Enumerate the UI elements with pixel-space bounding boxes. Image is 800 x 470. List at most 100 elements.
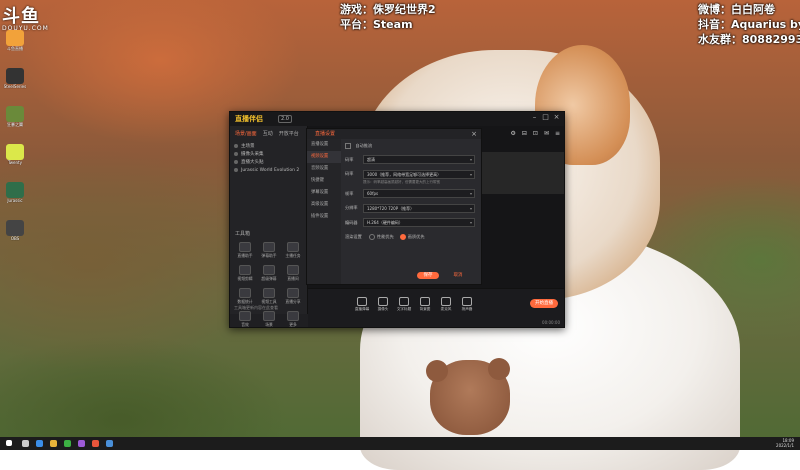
scene-visibility-icon[interactable]: [234, 167, 238, 172]
desktop-icon-label: 狂暴之翼: [7, 122, 23, 127]
settings-row-select[interactable]: 3000（推荐，网络带宽足够可选择更高）: [363, 169, 475, 179]
toolbox-item-label: 直播分享: [285, 299, 301, 304]
live-tool-label: 文字标题: [396, 307, 412, 311]
toolbox-item[interactable]: 直播分享: [281, 288, 305, 305]
radio-performance[interactable]: [369, 234, 375, 240]
scene-visibility-icon[interactable]: [234, 159, 238, 164]
settings-row: 码率 超清: [345, 155, 475, 164]
scene-list-item[interactable]: 主场景: [234, 143, 303, 151]
toolbox-item[interactable]: 视频工具: [257, 288, 281, 305]
settings-nav-item[interactable]: 快捷键: [307, 175, 341, 187]
app-icon[interactable]: [78, 440, 85, 447]
start-icon[interactable]: [6, 440, 12, 446]
desktop-icon-label: Twenty: [8, 160, 22, 165]
desktop-icon[interactable]: 斗鱼直播: [2, 30, 28, 58]
toolbox-item-label: 直播间: [287, 276, 299, 281]
scene-visibility-icon[interactable]: [234, 151, 238, 156]
streamer-contact-info: 微博：白白阿卷 抖音：Aquarius byd 水友群：808829936: [698, 2, 800, 47]
auto-push-checkbox[interactable]: [345, 143, 351, 149]
douyu-taskbar-icon[interactable]: [92, 440, 99, 447]
desktop-icon[interactable]: SteelSeries: [2, 68, 28, 96]
live-tool-button[interactable]: 背景图: [417, 297, 433, 312]
desktop-app-icon: [6, 220, 24, 236]
preview-tool-icon[interactable]: ⚙: [510, 130, 515, 137]
live-tool-button[interactable]: 直播弹幕: [354, 297, 370, 312]
settings-nav-item[interactable]: 高级设置: [307, 199, 341, 211]
preview-tool-icon[interactable]: ⊡: [533, 130, 538, 137]
scene-tab[interactable]: 开放平台: [279, 130, 299, 137]
scene-list-item[interactable]: Jurassic World Evolution 2: [234, 167, 303, 175]
browser-icon[interactable]: [36, 440, 43, 447]
search-icon[interactable]: [22, 440, 29, 447]
file-explorer-icon[interactable]: [50, 440, 57, 447]
toolbox-item[interactable]: 超级弹幕: [257, 265, 281, 282]
toolbox-item[interactable]: 更多: [281, 311, 305, 328]
preview-camera-source[interactable]: [480, 152, 564, 194]
live-tool-button[interactable]: 摄像头: [375, 297, 391, 312]
scene-list-item[interactable]: 摄像头采集: [234, 151, 303, 159]
scene-visibility-icon[interactable]: [234, 143, 238, 148]
toolbox-grid: 直播助手 弹幕助手 主播任务视频剪辑 超级弹幕 直播间数据统计 视频工具 直播分享音效 场景 更…: [233, 242, 305, 328]
settings-row-select[interactable]: 超清: [363, 155, 475, 164]
game-line: 游戏：侏罗纪世界2: [340, 3, 436, 16]
maximize-icon[interactable]: □: [542, 114, 549, 121]
preview-tool-icon[interactable]: ≡: [555, 130, 560, 137]
scene-tab[interactable]: 场景/画面: [235, 130, 257, 137]
wechat-icon[interactable]: [64, 440, 71, 447]
close-icon[interactable]: ×: [553, 114, 560, 121]
preview-tool-icon[interactable]: ⊟: [522, 130, 527, 137]
cancel-button[interactable]: 取消: [447, 272, 469, 279]
minimize-icon[interactable]: –: [531, 114, 538, 121]
settings-close-icon[interactable]: ×: [471, 130, 477, 138]
desktop-icon[interactable]: Twenty: [2, 144, 28, 172]
toolbox-item[interactable]: 音效: [233, 311, 257, 328]
toolbox-footer[interactable]: 工具箱更新内容在此查看: [234, 305, 278, 311]
settings-row-select[interactable]: 60fps: [363, 189, 475, 198]
steam-taskbar-icon[interactable]: [106, 440, 113, 447]
desktop-icon[interactable]: 狂暴之翼: [2, 106, 28, 134]
toolbox-item[interactable]: 直播助手: [233, 242, 257, 259]
toolbox-item[interactable]: 直播间: [281, 265, 305, 282]
live-tool-icon: [462, 297, 472, 306]
settings-nav-item[interactable]: 视频设置: [307, 151, 341, 163]
settings-rows: 码率超清码率3000（推荐，网络带宽足够可选择更高）提示：码率越高画质越好，但需…: [345, 155, 475, 227]
settings-nav-item[interactable]: 直播设置: [307, 139, 341, 151]
settings-row-label: 码率: [345, 171, 354, 176]
toolbox-item[interactable]: 视频剪辑: [233, 265, 257, 282]
settings-nav-item[interactable]: 弹幕设置: [307, 187, 341, 199]
start-live-button[interactable]: 开始直播: [530, 299, 558, 308]
toolbox-item[interactable]: 场景: [257, 311, 281, 328]
scene-name: 主场景: [241, 144, 255, 149]
save-button[interactable]: 保存: [417, 272, 439, 279]
desktop-icons: 斗鱼直播 SteelSeries 狂暴之翼 Twenty Jurassic OBS: [2, 30, 28, 258]
settings-nav-item[interactable]: 插件设置: [307, 211, 341, 223]
taskbar: 18:09 2022/1/1: [0, 437, 800, 450]
live-tool-button[interactable]: 麦克风: [438, 297, 454, 312]
clock[interactable]: 18:09 2022/1/1: [776, 438, 794, 448]
radio-quality[interactable]: [399, 234, 406, 240]
app-version-badge[interactable]: 2.0: [278, 115, 292, 123]
toolbox-item-label: 超级弹幕: [261, 276, 277, 281]
clock-date: 2022/1/1: [776, 443, 794, 448]
preview-tool-icon[interactable]: ✉: [544, 130, 549, 137]
scene-name: Jurassic World Evolution 2: [241, 168, 300, 173]
live-tool-button[interactable]: 扬声器: [459, 297, 475, 312]
scene-list-item[interactable]: 直播大头贴: [234, 159, 303, 167]
desktop-icon[interactable]: OBS: [2, 220, 28, 248]
live-tool-button[interactable]: 文字标题: [396, 297, 412, 312]
settings-nav-item[interactable]: 音频设置: [307, 163, 341, 175]
toolbox-item-icon: [239, 242, 251, 252]
desktop-icon[interactable]: Jurassic: [2, 182, 28, 210]
toolbox-item[interactable]: 弹幕助手: [257, 242, 281, 259]
toolbox-item[interactable]: 数据统计: [233, 288, 257, 305]
scene-tab[interactable]: 互动: [263, 130, 273, 137]
settings-row-label: 编码器: [345, 219, 358, 225]
stream-game-info: 游戏：侏罗纪世界2 平台：Steam: [340, 2, 436, 32]
toolbox-item-icon: [263, 288, 275, 298]
settings-row-select[interactable]: H.264（硬件编码）: [363, 218, 475, 227]
app-titlebar[interactable]: 直播伴侣 2.0 – □ ×: [230, 112, 564, 126]
auto-push-checkbox-row[interactable]: 自动推流: [345, 143, 475, 151]
toolbox-item[interactable]: 主播任务: [281, 242, 305, 259]
settings-row-select[interactable]: 1280*720 720P（推荐）: [363, 203, 475, 213]
live-tool-label: 直播弹幕: [354, 307, 370, 311]
